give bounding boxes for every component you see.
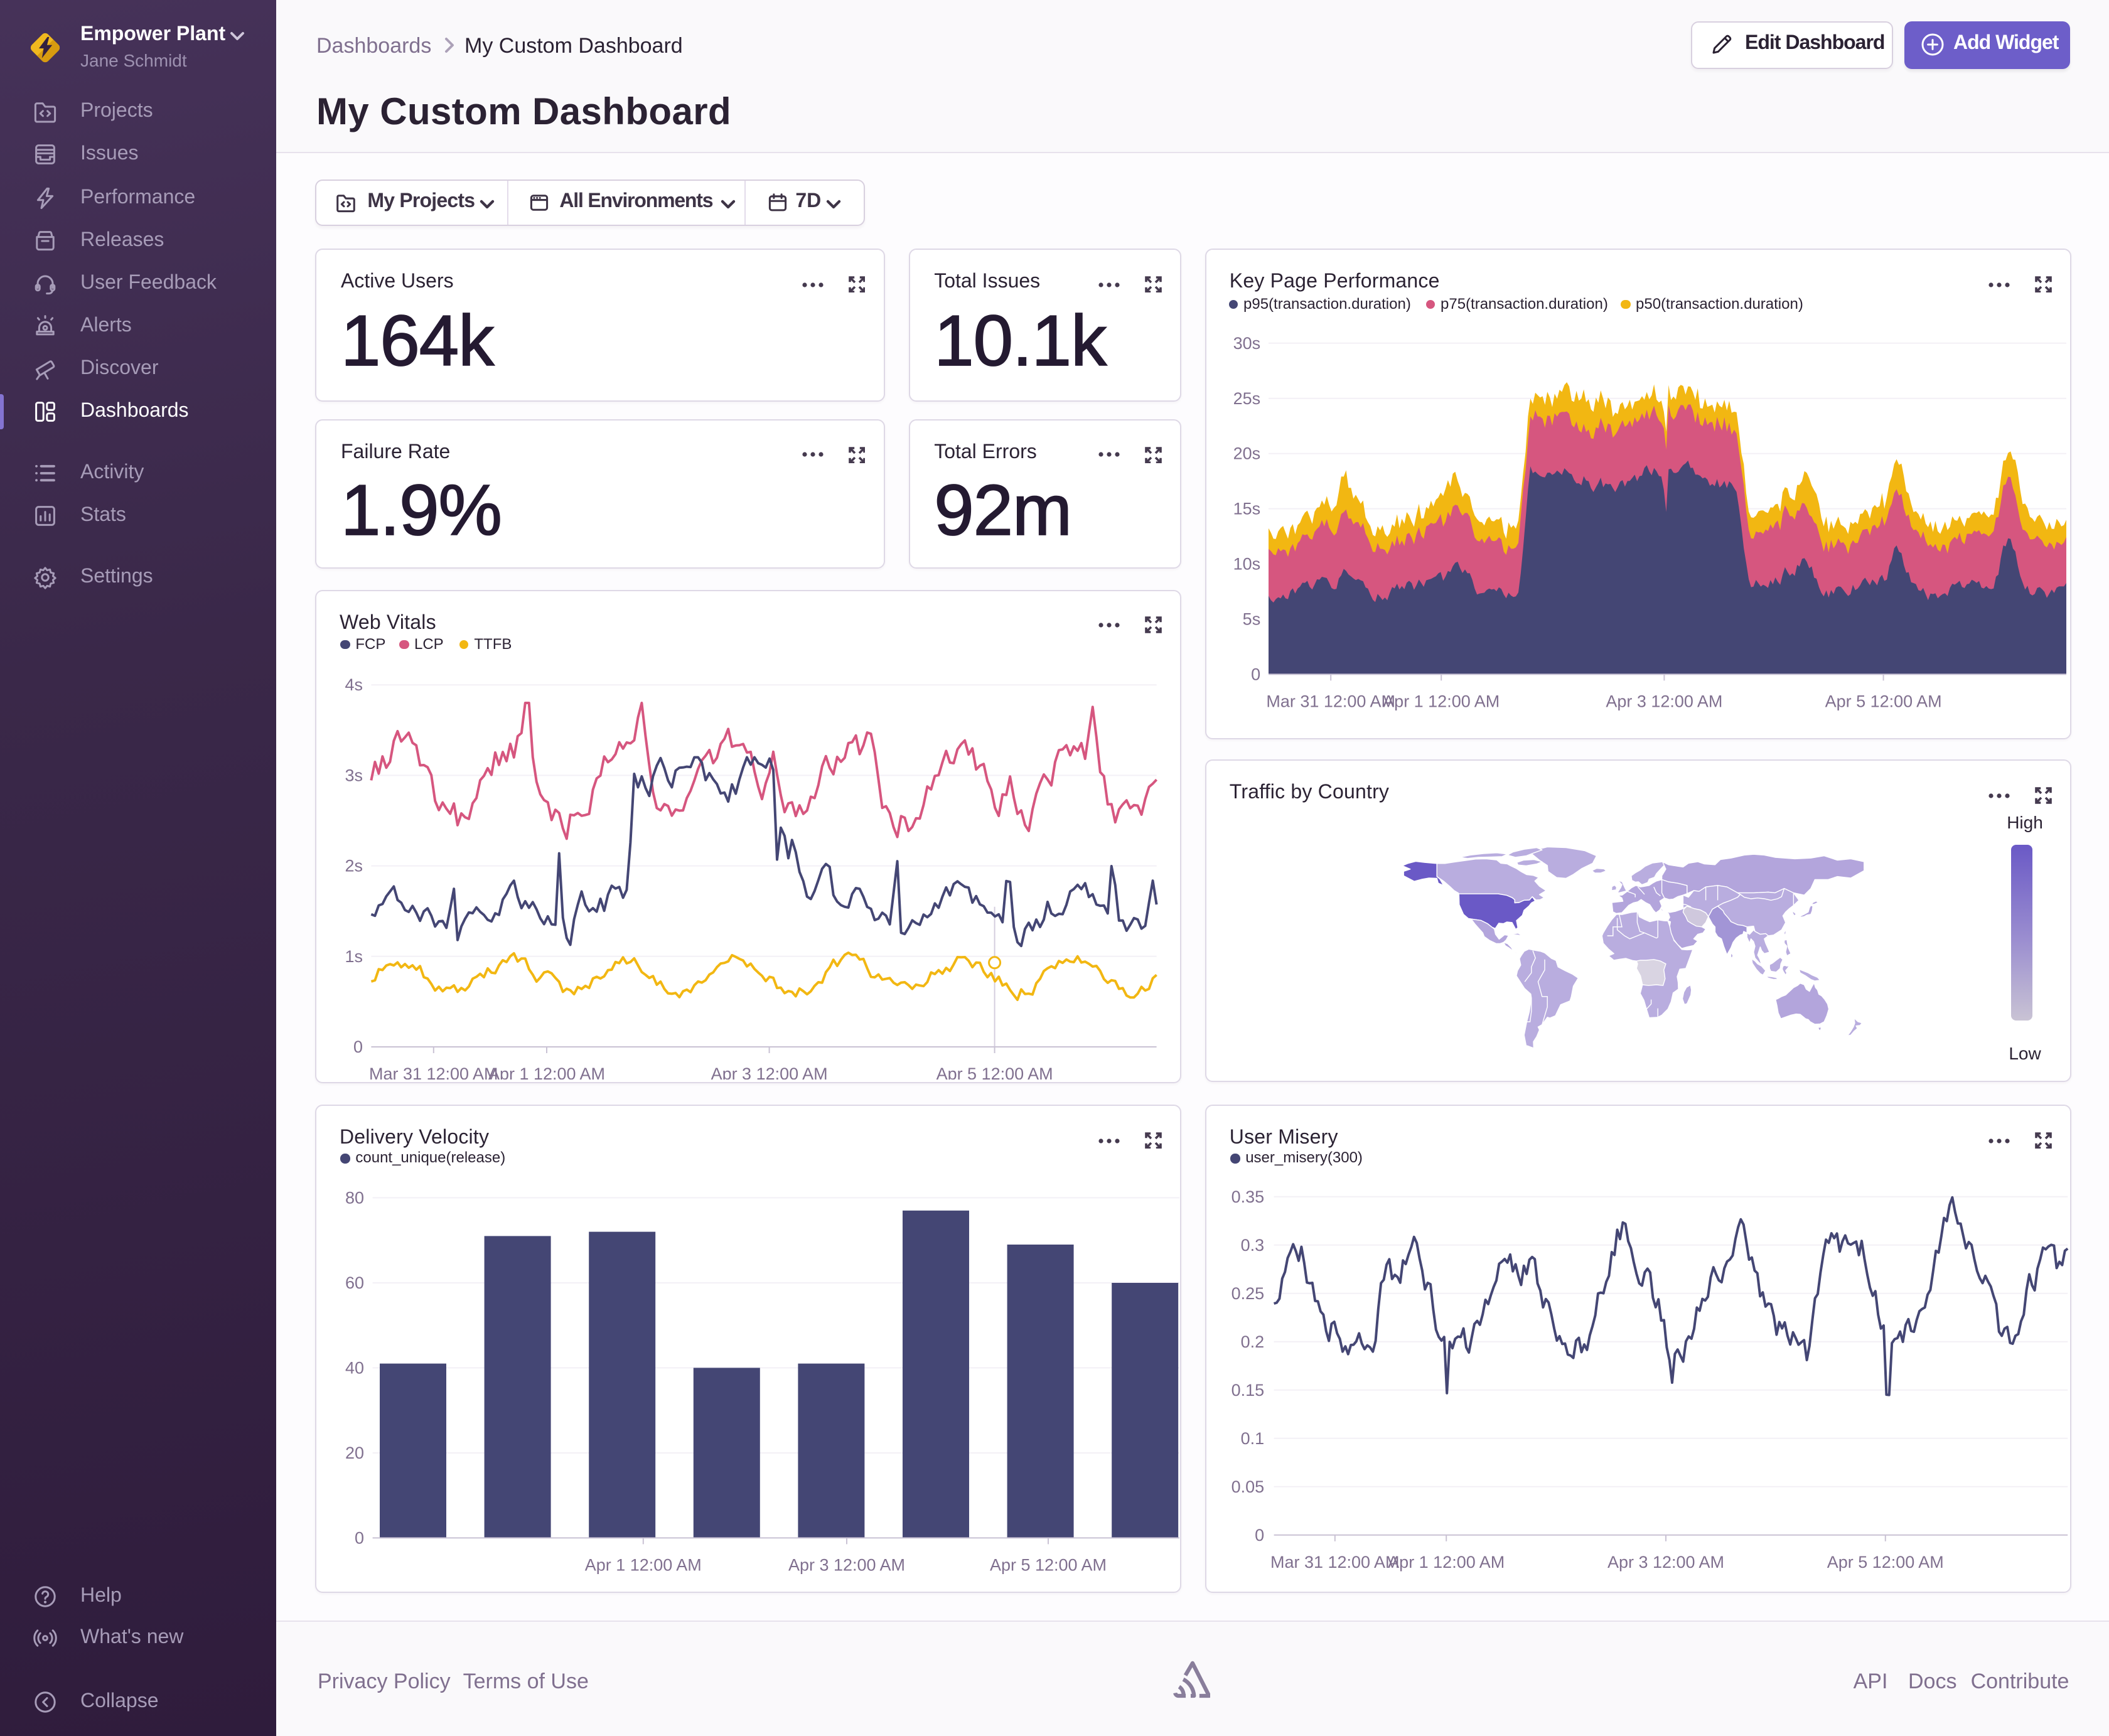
- svg-text:Apr 5 12:00 AM: Apr 5 12:00 AM: [1825, 692, 1941, 710]
- svg-text:Apr 5 12:00 AM: Apr 5 12:00 AM: [936, 1064, 1053, 1080]
- svg-text:40: 40: [345, 1358, 364, 1377]
- svg-text:0: 0: [355, 1528, 364, 1547]
- svg-text:0.3: 0.3: [1240, 1236, 1264, 1255]
- svg-text:0: 0: [1255, 1526, 1264, 1545]
- svg-text:5s: 5s: [1242, 609, 1260, 628]
- svg-text:10s: 10s: [1233, 555, 1260, 574]
- svg-text:0.35: 0.35: [1231, 1187, 1264, 1206]
- svg-text:25s: 25s: [1233, 389, 1260, 408]
- svg-text:0.2: 0.2: [1240, 1332, 1264, 1351]
- svg-text:0: 0: [353, 1037, 363, 1056]
- svg-text:Apr 3 12:00 AM: Apr 3 12:00 AM: [1607, 1553, 1724, 1572]
- svg-text:0.15: 0.15: [1231, 1381, 1264, 1400]
- svg-text:Apr 5 12:00 AM: Apr 5 12:00 AM: [1827, 1553, 1944, 1572]
- svg-text:60: 60: [345, 1273, 364, 1292]
- svg-text:0.1: 0.1: [1240, 1429, 1264, 1448]
- svg-text:Apr 1 12:00 AM: Apr 1 12:00 AM: [585, 1555, 702, 1574]
- svg-text:1s: 1s: [345, 946, 363, 965]
- svg-text:Apr 5 12:00 AM: Apr 5 12:00 AM: [990, 1555, 1107, 1574]
- svg-text:30s: 30s: [1233, 334, 1260, 353]
- svg-text:80: 80: [345, 1188, 364, 1207]
- svg-text:3s: 3s: [345, 766, 363, 785]
- svg-text:0: 0: [1251, 665, 1260, 683]
- svg-text:Mar 31 12:00 AM: Mar 31 12:00 AM: [1270, 1553, 1399, 1572]
- svg-text:Mar 31 12:00 AM: Mar 31 12:00 AM: [1266, 692, 1395, 710]
- svg-text:Apr 1 12:00 AM: Apr 1 12:00 AM: [488, 1064, 605, 1080]
- svg-text:Apr 3 12:00 AM: Apr 3 12:00 AM: [711, 1064, 828, 1080]
- svg-text:Mar 31 12:00 AM: Mar 31 12:00 AM: [369, 1064, 498, 1080]
- svg-text:Apr 1 12:00 AM: Apr 1 12:00 AM: [1388, 1553, 1505, 1572]
- svg-text:2s: 2s: [345, 856, 363, 875]
- svg-text:20: 20: [345, 1444, 364, 1462]
- svg-text:20s: 20s: [1233, 444, 1260, 463]
- svg-text:0.05: 0.05: [1231, 1477, 1264, 1496]
- svg-text:0.25: 0.25: [1231, 1284, 1264, 1303]
- svg-text:Apr 3 12:00 AM: Apr 3 12:00 AM: [1606, 692, 1722, 710]
- svg-text:Apr 3 12:00 AM: Apr 3 12:00 AM: [788, 1555, 905, 1574]
- svg-text:15s: 15s: [1233, 500, 1260, 518]
- svg-text:Apr 1 12:00 AM: Apr 1 12:00 AM: [1383, 692, 1500, 710]
- svg-text:4s: 4s: [345, 675, 363, 694]
